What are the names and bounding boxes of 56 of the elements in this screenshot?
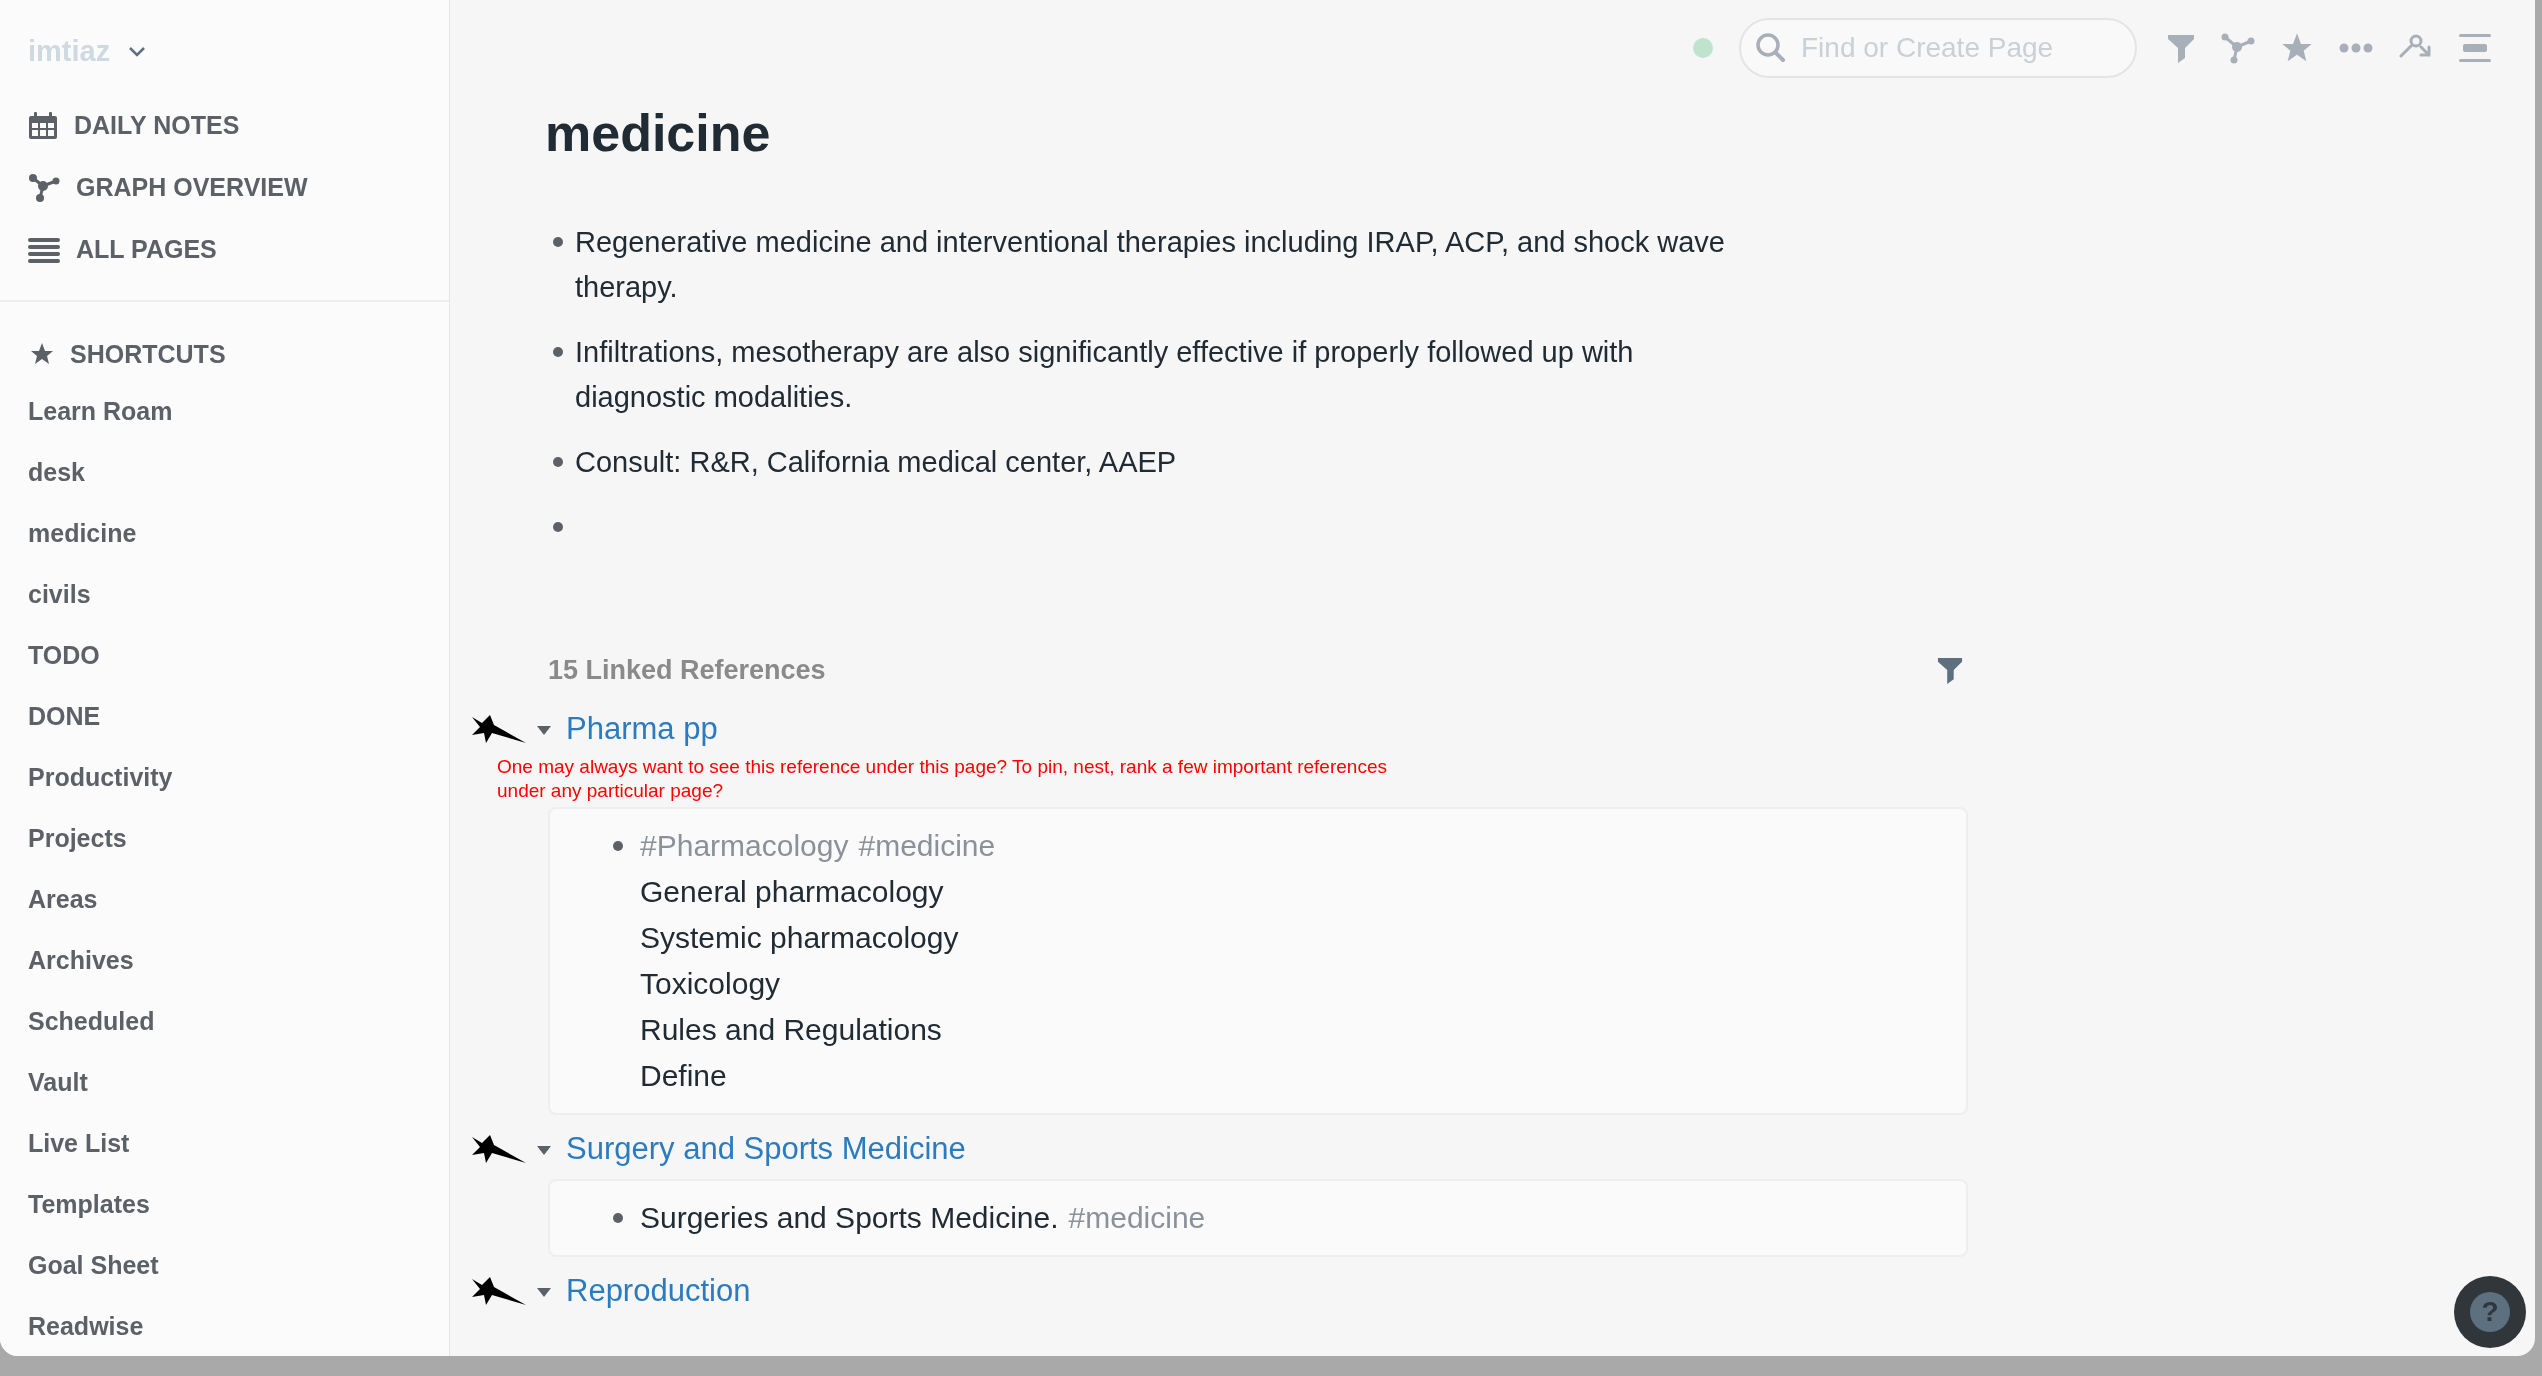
star-icon — [30, 342, 54, 367]
block-text: Consult: R&R, California medical center, AAEP — [575, 445, 1177, 480]
graph-icon — [28, 172, 60, 203]
reference-page-link[interactable]: Surgery and Sports Medicine — [566, 1126, 966, 1173]
block-text: Systemic pharmacology — [640, 919, 959, 956]
bullet-icon[interactable] — [613, 1212, 623, 1223]
shortcut-item[interactable]: Archives — [28, 930, 449, 991]
bullet-icon[interactable] — [553, 522, 563, 532]
filter-icon[interactable] — [1937, 656, 1963, 685]
block-text: Surgeries and Sports Medicine. — [640, 1199, 1059, 1236]
nav-item[interactable]: GRAPH OVERVIEW — [76, 168, 308, 207]
search-icon — [1755, 32, 1787, 64]
bullet-icon[interactable] — [553, 347, 563, 357]
tag-link[interactable]: #medicine — [858, 822, 996, 869]
block-text: General pharmacology — [640, 873, 944, 910]
bullet-icon[interactable] — [553, 237, 563, 247]
nav-item[interactable]: DAILY NOTES — [74, 106, 240, 145]
shortcut-item[interactable]: Scheduled — [28, 991, 449, 1052]
shortcut-item[interactable]: Areas — [28, 869, 449, 930]
sidebar-toggle-icon[interactable] — [2459, 33, 2491, 63]
shortcut-item[interactable]: Learn Roam — [28, 381, 449, 442]
shortcut-item[interactable]: Templates — [28, 1174, 449, 1235]
bullet-icon[interactable] — [553, 457, 563, 467]
block-text: Regenerative medicine and interventional therapies including IRAP, ACP, and shock wave therapy. — [575, 225, 1726, 305]
block-text: Toxicology — [640, 965, 781, 1002]
reference-page-link[interactable]: Reproduction — [566, 1268, 751, 1315]
shortcut-item[interactable]: civils — [28, 564, 449, 625]
shortcut-item[interactable]: desk — [28, 442, 449, 503]
reference-page-link[interactable]: Pharma pp — [566, 706, 718, 753]
bullet-icon[interactable] — [613, 840, 623, 851]
block-text: Infiltrations, mesotherapy are also significantly effective if properly followed up with diagnostic modalities. — [575, 335, 1635, 415]
shortcut-item[interactable]: Live List — [28, 1113, 449, 1174]
tag-link[interactable]: #Pharmacology — [640, 822, 849, 869]
block-text: Define — [640, 1057, 727, 1094]
nav-item[interactable]: ALL PAGES — [76, 230, 217, 269]
block-text: Rules and Regulations — [640, 1011, 942, 1048]
caret-icon[interactable] — [536, 1285, 552, 1298]
shortcut-item[interactable]: DONE — [28, 686, 449, 747]
linked-references-heading: 15 Linked References — [548, 654, 826, 687]
page-title: medicine — [545, 103, 772, 164]
caret-icon[interactable] — [536, 1143, 552, 1156]
shortcut-item[interactable]: Projects — [28, 808, 449, 869]
shortcut-item[interactable]: Goal Sheet — [28, 1235, 449, 1296]
shortcut-item[interactable]: Readwise — [28, 1296, 449, 1356]
chevron-down-icon[interactable] — [128, 45, 147, 58]
section-heading: SHORTCUTS — [70, 338, 226, 370]
calendar-icon — [28, 111, 58, 140]
shortcut-item[interactable]: Vault — [28, 1052, 449, 1113]
list-icon — [28, 235, 60, 264]
annotation-note: One may always want to see this reference under this page? To pin, nest, rank a few important references under any particular page? — [497, 754, 1388, 803]
shortcut-item[interactable]: TODO — [28, 625, 449, 686]
caret-icon[interactable] — [536, 723, 552, 736]
tag-link[interactable]: #medicine — [1068, 1194, 1206, 1241]
star-icon[interactable] — [2281, 32, 2313, 64]
shortcut-item[interactable]: medicine — [28, 503, 449, 564]
shortcut-item[interactable]: Productivity — [28, 747, 449, 808]
